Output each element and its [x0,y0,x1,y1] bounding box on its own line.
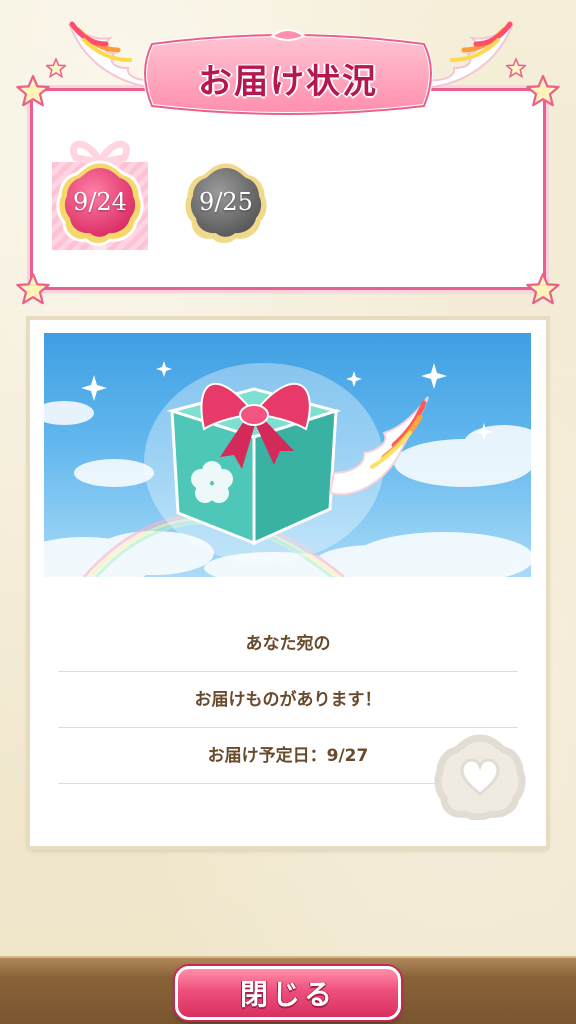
date-badge-pending[interactable]: 9/25 [178,154,274,250]
gift-scene-image [44,333,531,577]
date-label: 9/25 [199,188,253,216]
star-icon [526,74,560,107]
page-title: お届け状況 [198,62,378,102]
date-badge-received[interactable]: 9/24 [52,154,148,250]
date-label: 9/24 [73,188,127,216]
flower-heart-icon [434,734,526,820]
message-line: あなた宛の [58,616,518,672]
star-icon [526,272,560,305]
star-icon [16,272,50,305]
message-line: お届けものがあります！ [58,672,518,728]
close-button-label: 閉じる [239,978,336,1011]
close-button[interactable]: 閉じる [175,966,401,1020]
title-banner: お届け状況 [132,22,444,122]
star-icon [16,74,50,107]
